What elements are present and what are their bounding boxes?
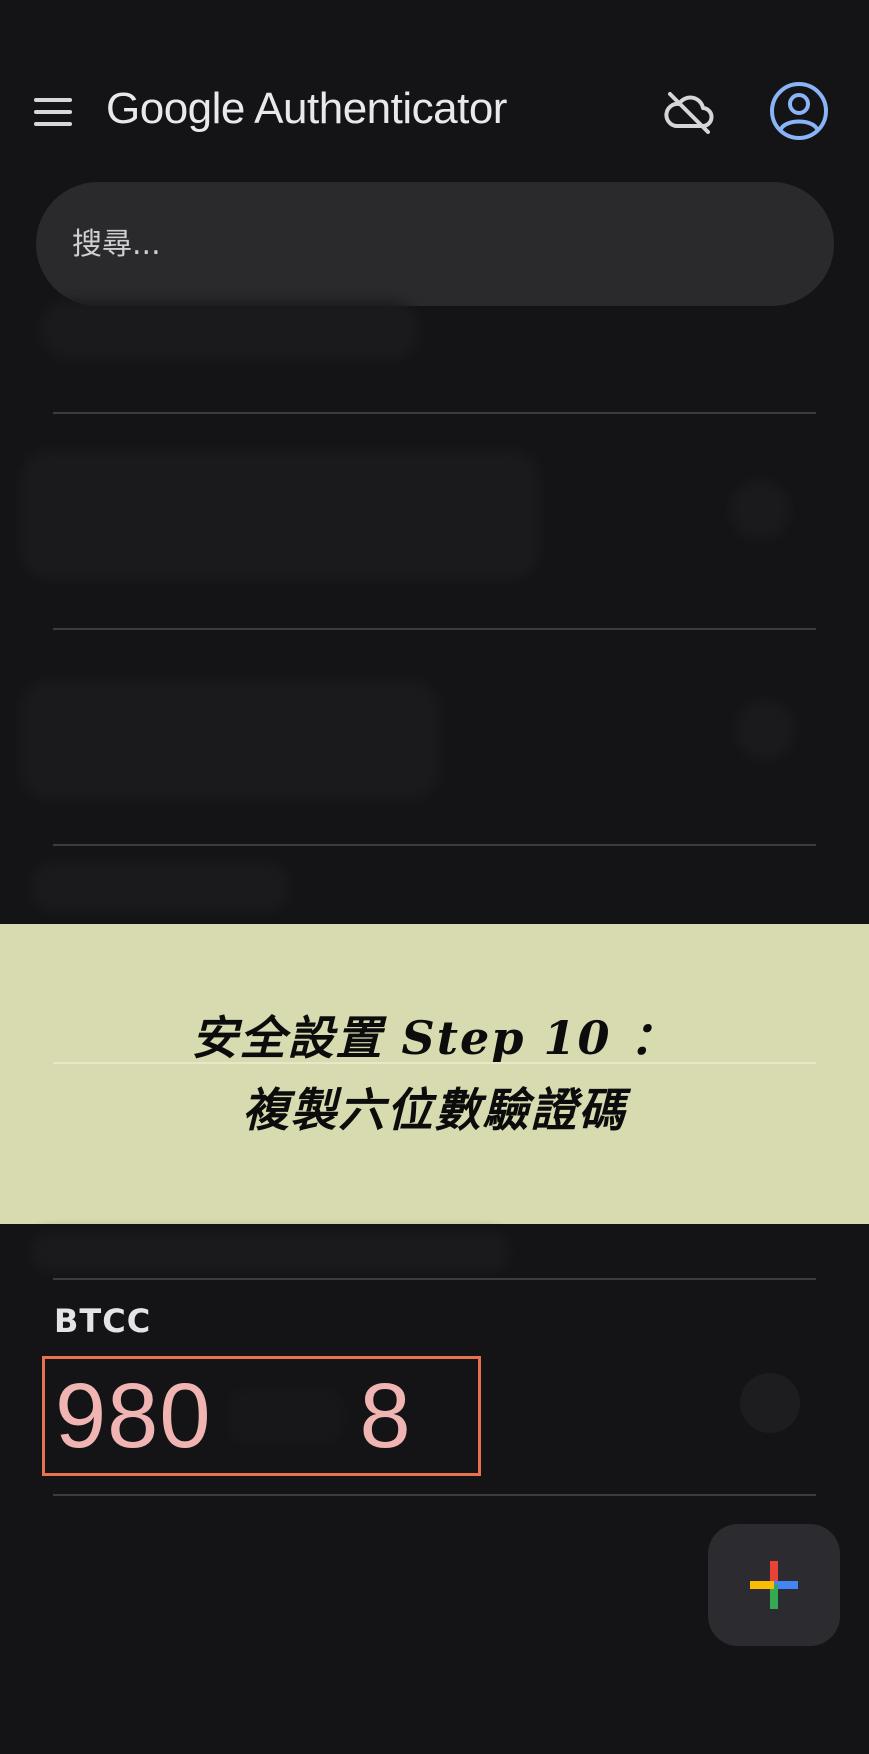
otp-code-start: 980	[55, 1364, 212, 1467]
redacted-row	[20, 450, 540, 580]
app-bar: Google Authenticator	[0, 0, 869, 200]
redacted-row	[30, 862, 290, 912]
redacted-row	[30, 1232, 510, 1272]
account-circle-icon[interactable]	[768, 80, 830, 142]
search-bar[interactable]	[36, 182, 834, 306]
row-divider	[53, 412, 816, 414]
banner-rule	[53, 1062, 816, 1064]
otp-digits: 980 8	[55, 1364, 412, 1469]
row-divider	[53, 628, 816, 630]
redacted-row	[735, 700, 795, 760]
google-plus-icon	[750, 1561, 798, 1609]
row-divider	[53, 844, 816, 846]
redacted-row	[730, 480, 790, 540]
otp-code-end: 8	[359, 1364, 412, 1467]
step-banner: 安全設置 Step 10 ： 複製六位數驗證碼	[0, 924, 869, 1224]
row-divider	[53, 1494, 816, 1496]
app-title: Google Authenticator	[106, 84, 507, 133]
issuer-label: BTCC	[54, 1302, 152, 1340]
redacted-row	[20, 680, 440, 800]
otp-code-redacted	[225, 1386, 346, 1446]
row-divider	[53, 1278, 816, 1280]
otp-code[interactable]: 980 8	[42, 1356, 481, 1476]
cloud-off-icon[interactable]	[662, 86, 716, 140]
hamburger-menu-icon[interactable]	[30, 92, 76, 132]
search-input[interactable]	[72, 226, 834, 262]
redacted-row	[40, 300, 420, 360]
add-account-button[interactable]	[708, 1524, 840, 1646]
banner-line-2: 複製六位數驗證碼	[242, 1083, 627, 1137]
countdown-timer-icon	[740, 1373, 800, 1433]
